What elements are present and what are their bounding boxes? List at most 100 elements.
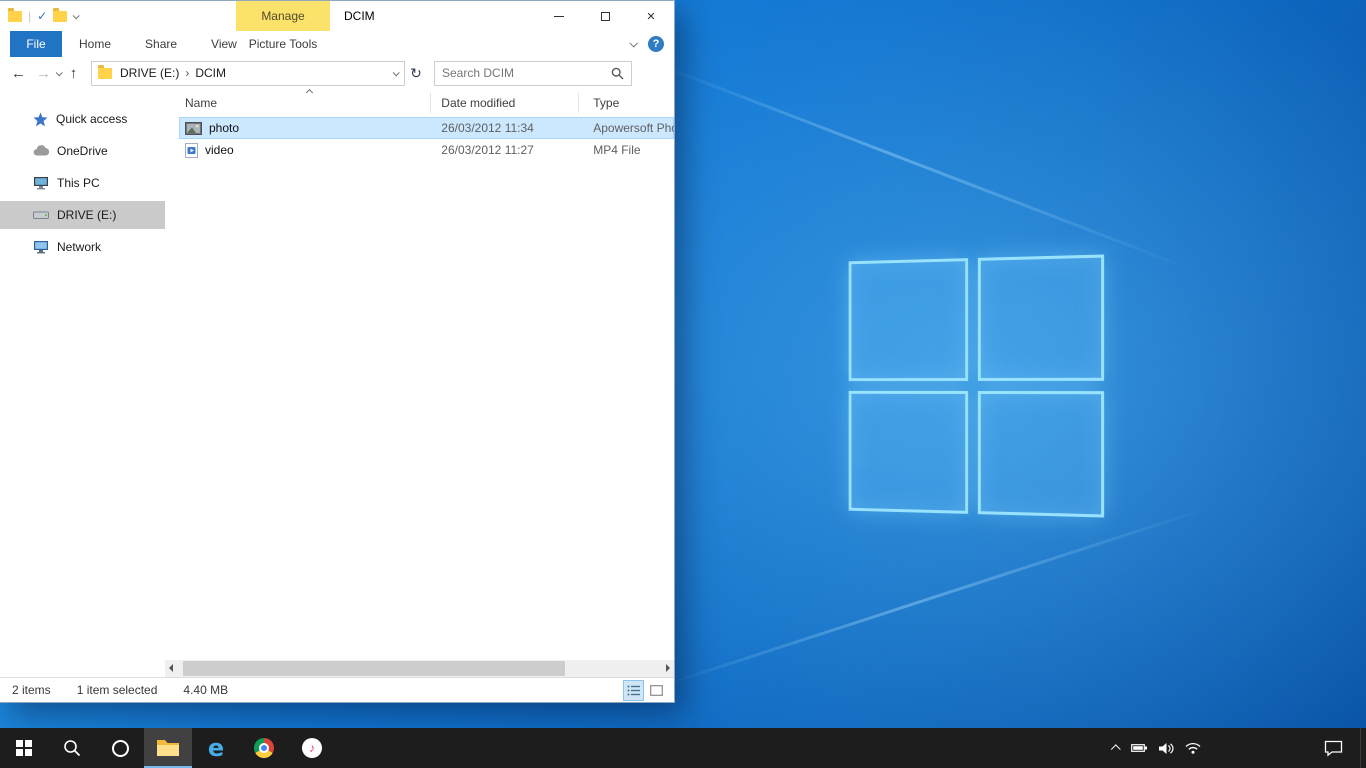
- battery-tray-icon[interactable]: [1131, 742, 1148, 754]
- windows-logo: [849, 254, 1104, 517]
- cortana-button[interactable]: [96, 728, 144, 768]
- file-rows: photo 26/03/2012 11:34 Apowersoft Pho: [179, 117, 674, 161]
- sidebar-item-quick-access[interactable]: Quick access: [0, 105, 165, 133]
- chevron-up-icon: [1111, 744, 1121, 754]
- itunes-icon: ♪: [302, 738, 322, 758]
- search-box[interactable]: [434, 61, 632, 86]
- status-bar: 2 items 1 item selected 4.40 MB: [0, 677, 674, 702]
- show-hidden-icons-button[interactable]: [1113, 745, 1120, 752]
- qat-separator: |: [28, 9, 31, 23]
- edge-icon: e: [208, 736, 224, 760]
- folder-icon[interactable]: [8, 11, 22, 22]
- breadcrumb-current[interactable]: DCIM: [193, 66, 228, 80]
- scrollbar-thumb[interactable]: [183, 661, 565, 676]
- file-list-pane: Name Date modified Type p: [165, 89, 674, 677]
- breadcrumb-drive[interactable]: DRIVE (E:): [118, 66, 181, 80]
- details-view-button[interactable]: [624, 681, 643, 700]
- screen: | ✓ Manage DCIM × File Home Share View P…: [0, 0, 1366, 768]
- windows-logo-pane: [978, 254, 1104, 381]
- light-ray: [650, 503, 1222, 691]
- properties-check-icon[interactable]: ✓: [37, 10, 47, 22]
- system-tray: [1113, 728, 1366, 768]
- sidebar-item-drive-e[interactable]: DRIVE (E:): [0, 201, 165, 229]
- minimize-button[interactable]: [536, 1, 582, 31]
- window-controls: ×: [536, 1, 674, 31]
- taskbar-file-explorer-button[interactable]: [144, 728, 192, 768]
- address-dropdown-chevron-icon[interactable]: [393, 69, 400, 76]
- close-icon: ×: [647, 9, 656, 24]
- column-header-type[interactable]: Type: [579, 93, 674, 113]
- sidebar-item-label: Network: [57, 240, 101, 254]
- file-row-video[interactable]: video 26/03/2012 11:27 MP4 File: [179, 139, 674, 161]
- taskbar-itunes-button[interactable]: ♪: [288, 728, 336, 768]
- search-input[interactable]: [442, 66, 611, 80]
- network-icon: [33, 240, 49, 254]
- navigation-toolbar: ← → ↑ DRIVE (E:) › DCIM ↻: [0, 57, 674, 89]
- sidebar-item-label: DRIVE (E:): [57, 208, 116, 222]
- tab-file[interactable]: File: [10, 31, 62, 57]
- sidebar-item-network[interactable]: Network: [0, 233, 165, 261]
- tab-picture-tools[interactable]: Picture Tools: [236, 31, 330, 57]
- column-header-name[interactable]: Name: [179, 93, 431, 113]
- address-bar[interactable]: DRIVE (E:) › DCIM: [91, 61, 405, 86]
- title-bar: | ✓ Manage DCIM ×: [0, 1, 674, 31]
- view-toggles: [624, 681, 666, 700]
- network-tray-icon[interactable]: [1185, 742, 1201, 754]
- sidebar-item-label: This PC: [57, 176, 100, 190]
- new-folder-icon[interactable]: [53, 11, 67, 22]
- action-center-button[interactable]: [1324, 740, 1343, 757]
- show-desktop-button[interactable]: [1360, 728, 1366, 768]
- cloud-icon: [33, 145, 49, 157]
- large-icons-view-button[interactable]: [647, 681, 666, 700]
- help-icon[interactable]: ?: [648, 36, 664, 52]
- action-center-icon: [1324, 740, 1343, 757]
- windows-start-icon: [16, 740, 32, 756]
- monitor-icon: [33, 176, 49, 190]
- windows-logo-pane: [849, 258, 968, 381]
- manage-contextual-group[interactable]: Manage: [236, 1, 330, 31]
- file-type: MP4 File: [579, 143, 674, 157]
- start-button[interactable]: [0, 728, 48, 768]
- file-name: photo: [209, 121, 239, 135]
- taskbar-search-button[interactable]: [48, 728, 96, 768]
- quick-access-toolbar: | ✓: [0, 9, 78, 23]
- photo-file-icon: [185, 122, 202, 135]
- expand-ribbon-chevron-icon[interactable]: [629, 39, 637, 47]
- column-headers: Name Date modified Type: [179, 89, 674, 117]
- ribbon-tab-bar: File Home Share View Picture Tools ?: [0, 31, 674, 57]
- taskbar-edge-button[interactable]: e: [192, 728, 240, 768]
- file-date: 26/03/2012 11:34: [431, 121, 579, 135]
- search-icon: [611, 67, 624, 80]
- drive-icon: [33, 209, 49, 221]
- item-count: 2 items: [12, 683, 51, 697]
- back-button[interactable]: ←: [6, 60, 31, 86]
- sidebar-item-onedrive[interactable]: OneDrive: [0, 137, 165, 165]
- large-icons-view-icon: [650, 685, 663, 696]
- tab-home[interactable]: Home: [62, 31, 128, 57]
- scroll-left-arrow-icon[interactable]: [169, 664, 173, 672]
- maximize-button[interactable]: [582, 1, 628, 31]
- taskbar-chrome-button[interactable]: [240, 728, 288, 768]
- horizontal-scrollbar[interactable]: [165, 660, 674, 677]
- up-button[interactable]: ↑: [61, 60, 86, 86]
- tab-share[interactable]: Share: [128, 31, 194, 57]
- file-explorer-window: | ✓ Manage DCIM × File Home Share View P…: [0, 0, 675, 703]
- column-header-date-modified[interactable]: Date modified: [431, 93, 579, 113]
- file-row-photo[interactable]: photo 26/03/2012 11:34 Apowersoft Pho: [179, 117, 674, 139]
- selection-count: 1 item selected: [77, 683, 158, 697]
- sidebar-item-this-pc[interactable]: This PC: [0, 169, 165, 197]
- video-file-icon: [185, 143, 198, 158]
- qat-customize-chevron-icon[interactable]: [73, 12, 80, 19]
- forward-button[interactable]: →: [31, 60, 56, 86]
- refresh-button[interactable]: ↻: [405, 60, 427, 86]
- breadcrumb-separator: ›: [181, 66, 193, 80]
- file-type: Apowersoft Pho: [579, 121, 674, 135]
- sidebar-item-label: OneDrive: [57, 144, 108, 158]
- close-button[interactable]: ×: [628, 1, 674, 31]
- volume-tray-icon[interactable]: [1159, 742, 1174, 755]
- window-title: DCIM: [344, 1, 375, 31]
- maximize-icon: [601, 12, 610, 21]
- scroll-right-arrow-icon[interactable]: [666, 664, 670, 672]
- details-view-icon: [627, 685, 640, 696]
- file-name: video: [205, 143, 234, 157]
